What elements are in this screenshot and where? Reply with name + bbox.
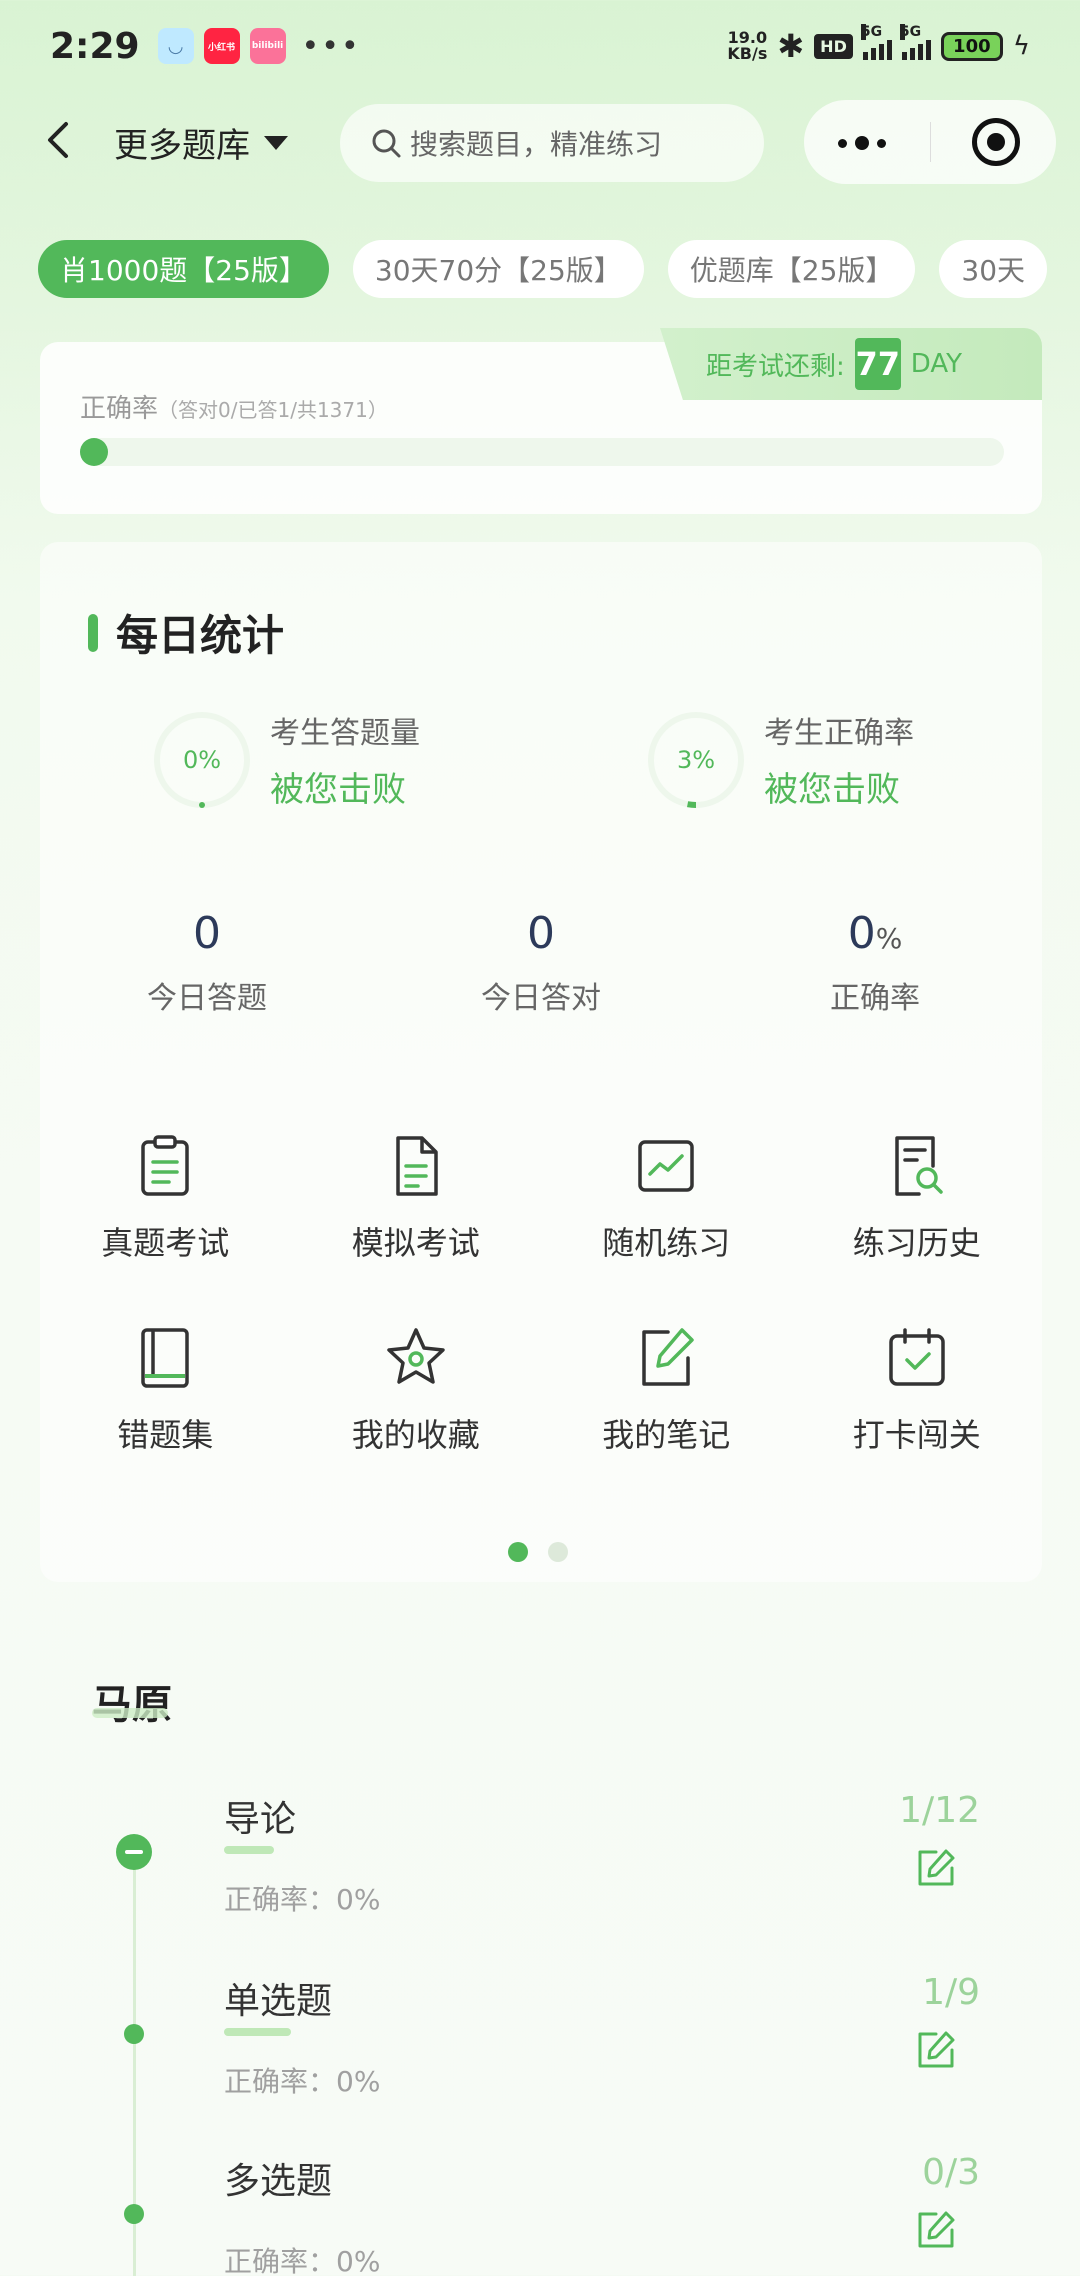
more-menu-icon[interactable]	[838, 136, 886, 150]
tab-bank-4[interactable]: 30天	[939, 240, 1048, 298]
chapter-item-intro[interactable]: 导论 正确率：0% 1/12	[0, 1790, 1080, 1960]
search-input[interactable]: 搜索题目，精准练习	[340, 104, 764, 182]
feature-real-exam[interactable]: 真题考试	[40, 1132, 291, 1264]
today-rate: 0% 正确率	[830, 908, 920, 1016]
bilibili-icon: bilibili	[249, 28, 286, 64]
note-icon	[642, 1328, 694, 1386]
close-miniprogram-icon[interactable]	[972, 118, 1020, 166]
today-numbers: 0 今日答题 0 今日答对 0% 正确率	[40, 908, 1042, 1017]
status-time: 2:29	[50, 25, 140, 67]
stat-answer-volume: 0% 考生答题量 被您击败	[152, 708, 420, 811]
feature-favorites[interactable]: 我的收藏	[291, 1324, 542, 1456]
chart-icon	[638, 1140, 694, 1192]
clipboard-icon	[141, 1135, 189, 1196]
feature-grid: 真题考试 模拟考试 随机练习 练习历史 错题集 我的收藏 我的笔记 打卡闯关	[40, 1132, 1042, 1456]
back-arrow-icon[interactable]	[44, 120, 74, 160]
chapter-title: 马原	[92, 1682, 172, 1728]
accuracy-rank-ring: 3%	[646, 710, 746, 810]
caret-down-icon	[264, 135, 288, 150]
signal-icon: 5G	[860, 24, 892, 60]
countdown-days: 77	[854, 338, 901, 390]
pager-dot-2[interactable]	[548, 1542, 568, 1562]
signal-icon-2: 5G	[899, 24, 931, 60]
calendar-check-icon	[889, 1328, 945, 1386]
feature-mock-exam[interactable]: 模拟考试	[291, 1132, 542, 1264]
stat-accuracy-rank: 3% 考生正确率 被您击败	[646, 708, 914, 811]
today-correct: 0 今日答对	[481, 908, 601, 1016]
daily-stats-card: 每日统计 0% 考生答题量 被您击败 3% 考生正确率 被您击败 0 今日答题 …	[40, 542, 1042, 1582]
tab-bank-2[interactable]: 30天70分【25版】	[352, 240, 644, 298]
more-notifications-icon: •••	[301, 28, 361, 64]
star-icon	[387, 1328, 445, 1384]
feature-practice-history[interactable]: 练习历史	[792, 1132, 1043, 1264]
timeline-dot	[124, 2024, 144, 2044]
collapse-icon[interactable]	[116, 1834, 152, 1870]
bank-selector[interactable]: 更多题库	[114, 118, 288, 167]
history-icon	[895, 1136, 943, 1196]
xiaohongshu-icon: 小红书	[203, 28, 240, 64]
notification-icons: ◡ 小红书 bilibili •••	[157, 28, 361, 64]
accuracy-card: 距考试还剩: 77 DAY 正确率（答对0/已答1/共1371）	[40, 328, 1042, 514]
search-icon	[372, 129, 401, 158]
daily-stats-title: 每日统计	[88, 602, 284, 663]
today-answered: 0 今日答题	[147, 908, 267, 1016]
nav-bar: 更多题库 搜索题目，精准练习	[0, 100, 1080, 184]
rabbit-app-icon: ◡	[157, 28, 194, 64]
bank-tabs: 肖1000题【25版】 30天70分【25版】 优题库【25版】 30天	[38, 240, 1080, 298]
search-placeholder: 搜索题目，精准练习	[410, 128, 663, 161]
grid-pager	[508, 1542, 568, 1562]
charging-icon: ϟ	[1012, 31, 1030, 61]
status-indicators: 19.0 KB/s ✱ HD 5G 5G 100 ϟ	[727, 24, 1030, 65]
item-progress-bar	[224, 2028, 291, 2036]
feature-notes[interactable]: 我的笔记	[541, 1324, 792, 1456]
pager-dot-1[interactable]	[508, 1542, 528, 1562]
feature-wrong-questions[interactable]: 错题集	[40, 1324, 291, 1456]
edit-icon[interactable]	[916, 2030, 956, 2070]
item-count: 1/9	[922, 1972, 980, 2013]
item-count: 1/12	[899, 1790, 980, 1831]
accuracy-progress-fill	[80, 438, 108, 466]
status-bar: 2:29 ◡ 小红书 bilibili ••• 19.0 KB/s ✱ HD 5…	[0, 0, 1080, 92]
book-icon	[141, 1328, 189, 1388]
chapter-item-single-choice[interactable]: 单选题 正确率：0% 1/9	[0, 1972, 1080, 2142]
network-speed: 19.0 KB/s	[727, 28, 768, 63]
bluetooth-icon: ✱	[777, 27, 805, 65]
accuracy-label: 正确率（答对0/已答1/共1371）	[80, 394, 388, 424]
battery-icon: 100	[940, 31, 1003, 61]
item-count: 0/3	[922, 2152, 980, 2193]
answer-volume-ring: 0%	[152, 710, 252, 810]
tab-bank-1[interactable]: 肖1000题【25版】	[38, 240, 329, 298]
item-progress-bar	[224, 1846, 274, 1854]
miniprogram-capsule	[804, 100, 1056, 184]
page-title: 更多题库	[114, 126, 250, 166]
exam-countdown: 距考试还剩: 77 DAY	[660, 328, 1042, 400]
edit-icon[interactable]	[916, 2210, 956, 2250]
timeline-dot	[124, 2204, 144, 2224]
accuracy-progress-bar	[80, 438, 1004, 466]
hd-voice-badge: HD	[814, 33, 853, 59]
chapter-item-multi-choice[interactable]: 多选题 正确率：0% 0/3	[0, 2152, 1080, 2276]
edit-icon[interactable]	[916, 1848, 956, 1888]
feature-check-in[interactable]: 打卡闯关	[792, 1324, 1043, 1456]
document-icon	[396, 1136, 438, 1196]
feature-random-practice[interactable]: 随机练习	[541, 1132, 792, 1264]
tab-bank-3[interactable]: 优题库【25版】	[667, 240, 916, 298]
